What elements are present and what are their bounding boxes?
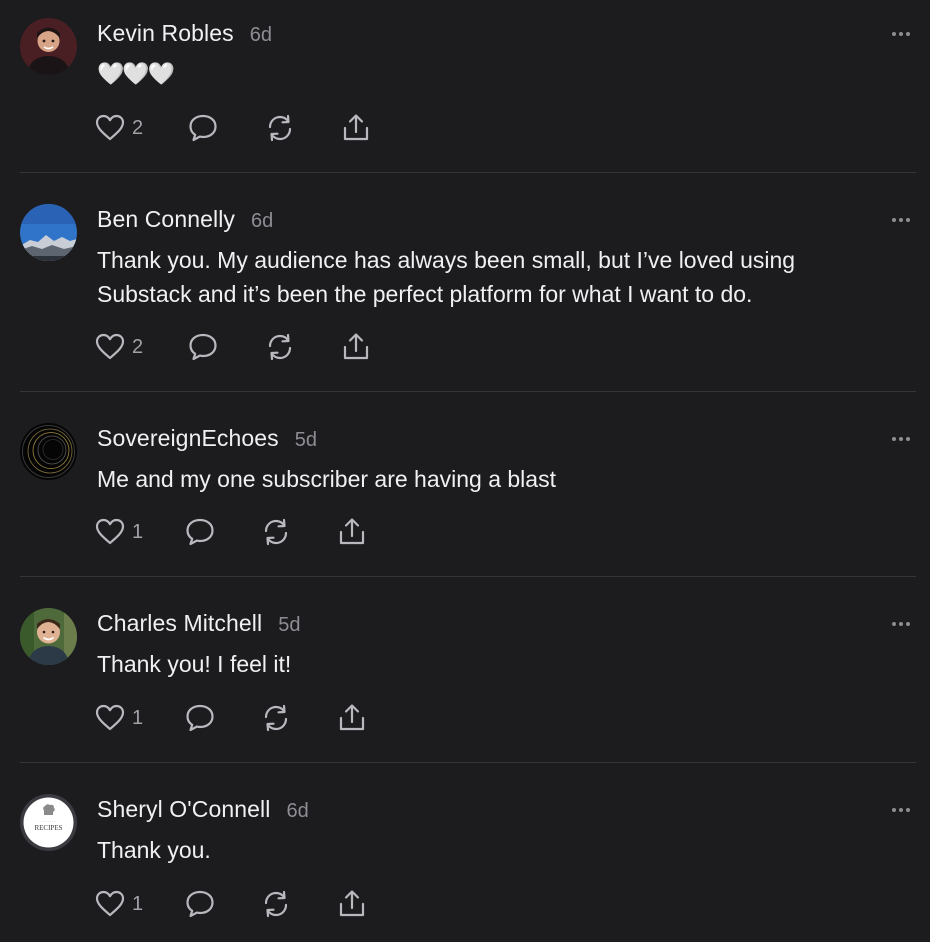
comment-timestamp[interactable]: 6d	[251, 210, 273, 233]
like-count: 1	[132, 520, 144, 543]
like-count: 2	[132, 335, 144, 358]
comment-bubble-icon	[189, 333, 217, 361]
share-button[interactable]	[336, 515, 368, 549]
heart-icon	[95, 890, 125, 917]
share-icon	[343, 114, 369, 141]
reply-button[interactable]	[184, 701, 216, 735]
reply-button[interactable]	[187, 330, 219, 364]
comment-actions: 1	[94, 515, 394, 549]
more-options-icon[interactable]	[890, 434, 912, 444]
comment-item: Ben Connelly 6d Thank you. My audience h…	[0, 173, 930, 392]
comment-bubble-icon	[186, 518, 214, 546]
recipes-logo-text: RECIPES	[34, 824, 62, 832]
more-options-icon[interactable]	[890, 619, 912, 629]
like-button[interactable]: 2	[94, 330, 143, 364]
restack-button[interactable]	[260, 701, 292, 735]
comment-feed: Kevin Robles 6d 🤍🤍🤍 2 Ben Connelly 6d Th…	[0, 0, 930, 942]
comment-timestamp[interactable]: 6d	[250, 24, 272, 47]
avatar[interactable]: · · · · · · · RECIPES	[20, 794, 77, 851]
like-button[interactable]: 2	[94, 111, 143, 145]
black-rings-icon	[20, 423, 77, 480]
comment-actions: 2	[94, 330, 394, 364]
heart-icon	[95, 114, 125, 141]
comment-bubble-icon	[186, 890, 214, 918]
author-name[interactable]: Sheryl O'Connell	[97, 796, 270, 823]
like-count: 1	[132, 892, 144, 915]
more-options-icon[interactable]	[890, 215, 912, 225]
restack-icon	[264, 704, 288, 732]
share-icon	[343, 333, 369, 360]
heart-icon	[95, 333, 125, 360]
heart-icon	[95, 704, 125, 731]
author-name[interactable]: Kevin Robles	[97, 20, 234, 47]
like-button[interactable]: 1	[94, 887, 143, 921]
avatar[interactable]	[20, 423, 77, 480]
comment-item: Kevin Robles 6d 🤍🤍🤍 2	[0, 0, 930, 173]
comment-text: Thank you. My audience has always been s…	[97, 247, 796, 307]
share-button[interactable]	[340, 111, 372, 145]
like-button[interactable]: 1	[94, 701, 143, 735]
restack-icon	[264, 890, 288, 918]
like-count: 1	[132, 706, 144, 729]
comment-timestamp[interactable]: 6d	[286, 800, 308, 823]
recipes-logo-icon: · · · · · · · RECIPES	[20, 794, 77, 851]
comment-item: SovereignEchoes 5d Me and my one subscri…	[0, 392, 930, 577]
share-button[interactable]	[336, 887, 368, 921]
comment-actions: 2	[94, 111, 394, 145]
reply-button[interactable]	[187, 111, 219, 145]
more-options-icon[interactable]	[890, 29, 912, 39]
share-button[interactable]	[340, 330, 372, 364]
comment-bubble-icon	[186, 704, 214, 732]
heart-icon	[95, 518, 125, 545]
comment-item: Charles Mitchell 5d Thank you! I feel it…	[0, 577, 930, 763]
restack-icon	[268, 114, 292, 142]
like-count: 2	[132, 116, 144, 139]
share-icon	[339, 518, 365, 545]
comment-text: Thank you.	[97, 837, 211, 863]
person-photo-icon	[20, 18, 77, 75]
person-photo-icon	[20, 608, 77, 665]
comment-timestamp[interactable]: 5d	[278, 614, 300, 637]
comment-text: Me and my one subscriber are having a bl…	[97, 466, 556, 492]
restack-icon	[264, 518, 288, 546]
more-options-icon[interactable]	[890, 805, 912, 815]
reply-button[interactable]	[184, 515, 216, 549]
comment-text: 🤍🤍🤍	[97, 61, 175, 86]
comment-actions: 1	[94, 887, 394, 921]
restack-icon	[268, 333, 292, 361]
author-name[interactable]: Ben Connelly	[97, 206, 235, 233]
avatar[interactable]	[20, 608, 77, 665]
share-button[interactable]	[336, 701, 368, 735]
share-icon	[339, 890, 365, 917]
comment-text: Thank you! I feel it!	[97, 651, 292, 677]
mountain-landscape-icon	[20, 204, 77, 261]
restack-button[interactable]	[264, 111, 296, 145]
comment-bubble-icon	[189, 114, 217, 142]
share-icon	[339, 704, 365, 731]
restack-button[interactable]	[260, 515, 292, 549]
comment-timestamp[interactable]: 5d	[295, 429, 317, 452]
like-button[interactable]: 1	[94, 515, 143, 549]
author-name[interactable]: Charles Mitchell	[97, 610, 262, 637]
reply-button[interactable]	[184, 887, 216, 921]
restack-button[interactable]	[264, 330, 296, 364]
avatar[interactable]	[20, 204, 77, 261]
comment-item: · · · · · · · RECIPES Sheryl O'Connell 6…	[0, 763, 930, 942]
comment-actions: 1	[94, 701, 394, 735]
avatar[interactable]	[20, 18, 77, 75]
restack-button[interactable]	[260, 887, 292, 921]
author-name[interactable]: SovereignEchoes	[97, 425, 279, 452]
